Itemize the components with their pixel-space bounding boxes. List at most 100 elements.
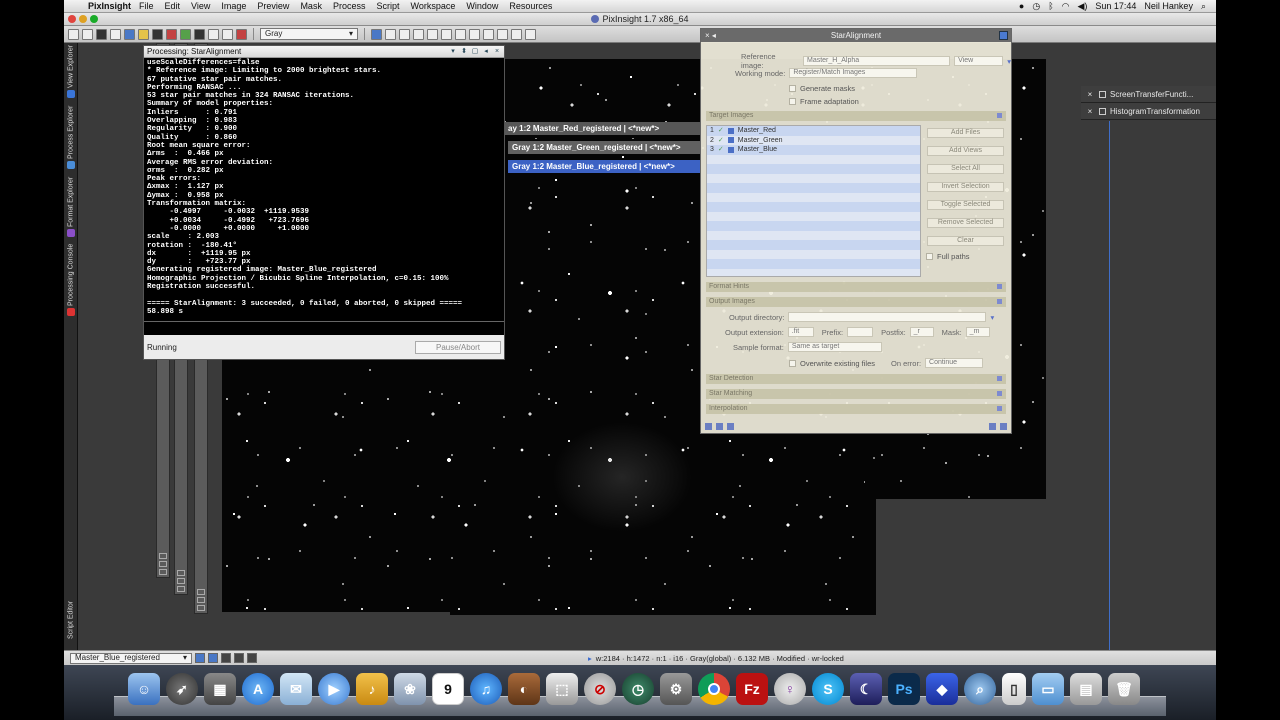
stf-reset-icon[interactable] [511, 28, 522, 40]
add-views-button[interactable]: Add Views [927, 146, 1004, 156]
mask-show-icon[interactable] [152, 28, 163, 40]
finder-icon[interactable]: ☺ [128, 673, 160, 705]
save-icon[interactable] [96, 28, 107, 40]
pan-icon[interactable] [441, 28, 452, 40]
user-menu[interactable]: Neil Hankey [1144, 1, 1193, 11]
tab-script-editor[interactable]: Script Editor [65, 591, 77, 649]
apply-global-icon[interactable] [716, 423, 723, 430]
close-window-icon[interactable] [68, 15, 76, 23]
mask-invert-icon[interactable] [166, 28, 177, 40]
menu-script[interactable]: Script [376, 1, 399, 11]
section-target-images[interactable]: Target Images [706, 111, 1006, 121]
histogram-icon[interactable] [525, 28, 536, 40]
app-store-icon[interactable]: A [242, 673, 274, 705]
new-instance-icon[interactable] [705, 423, 712, 430]
mask-field[interactable]: _m [965, 327, 990, 337]
wifi-icon[interactable]: ◠ [1062, 1, 1070, 12]
close-icon[interactable]: × ◂ [705, 29, 716, 42]
app-icon[interactable]: ♪ [356, 673, 388, 705]
spotlight-search-icon[interactable]: ⌕ [1201, 1, 1206, 12]
new-image-icon[interactable] [68, 28, 79, 40]
image-tab-blue[interactable]: Gray 1:2 Master_Blue_registered | <*new*… [508, 160, 700, 173]
view-mode-icon[interactable] [234, 653, 244, 663]
red-channel-icon[interactable] [236, 28, 247, 40]
menu-resources[interactable]: Resources [509, 1, 552, 11]
app-icon[interactable]: ⬚ [546, 673, 578, 705]
iphoto-icon[interactable]: ◐ [508, 673, 540, 705]
itunes-icon[interactable]: ♫ [470, 673, 502, 705]
time-machine-icon[interactable]: ◷ [622, 673, 654, 705]
app-icon[interactable]: ▦ [204, 673, 236, 705]
chevron-down-icon[interactable]: ▾ [1007, 57, 1011, 66]
prohibited-app-icon[interactable]: ⊘ [584, 673, 616, 705]
menu-workspace[interactable]: Workspace [410, 1, 455, 11]
clear-button[interactable]: Clear [927, 236, 1004, 246]
system-preferences-icon[interactable]: ⚙ [660, 673, 692, 705]
zoom-1-1-icon[interactable] [413, 28, 424, 40]
checkmark-icon[interactable]: ✓ [718, 136, 724, 145]
iconize-icon[interactable] [1099, 107, 1106, 115]
help-icon[interactable] [999, 31, 1008, 40]
add-files-button[interactable]: Add Files [927, 128, 1004, 138]
menu-mask[interactable]: Mask [300, 1, 322, 11]
output-extension-field[interactable]: .fit [787, 327, 814, 337]
tab-processing-console[interactable]: Processing Console [65, 243, 77, 319]
chrome-icon[interactable] [698, 673, 730, 705]
document-icon[interactable]: ▯ [1002, 673, 1026, 705]
time-machine-icon[interactable]: ◷ [1032, 1, 1040, 12]
app-menu[interactable]: PixInsight [88, 1, 131, 11]
view-select[interactable]: View [954, 56, 1004, 66]
tab-process-explorer[interactable]: Process Explorer [65, 103, 77, 173]
pin-icon[interactable]: ⬍ [460, 47, 468, 56]
zoom-out-icon[interactable] [385, 28, 396, 40]
checkmark-icon[interactable]: ✓ [718, 126, 724, 135]
clock[interactable]: Sun 17:44 [1095, 1, 1136, 11]
target-image-row[interactable]: 2 ✓ Master_Green [707, 136, 920, 146]
frame-adaptation-checkbox[interactable] [789, 98, 796, 105]
zoom-in-icon[interactable] [371, 28, 382, 40]
menu-preview[interactable]: Preview [257, 1, 289, 11]
skype-status-icon[interactable]: ● [1019, 1, 1024, 11]
redo-icon[interactable] [138, 28, 149, 40]
toggle-selected-button[interactable]: Toggle Selected [927, 200, 1004, 210]
panel-screen-transfer-function[interactable]: × ScreenTransferFuncti... [1081, 86, 1216, 103]
remove-selected-button[interactable]: Remove Selected [927, 218, 1004, 228]
launchpad-icon[interactable]: ➶ [166, 673, 198, 705]
reset-icon[interactable] [1000, 423, 1007, 430]
apply-icon[interactable] [727, 423, 734, 430]
menu-process[interactable]: Process [333, 1, 366, 11]
select-all-button[interactable]: Select All [927, 164, 1004, 174]
menu-image[interactable]: Image [221, 1, 246, 11]
menu-window[interactable]: Window [466, 1, 498, 11]
preview-icon[interactable] [194, 28, 205, 40]
generate-masks-checkbox[interactable] [789, 85, 796, 92]
stf-auto-icon[interactable] [497, 28, 508, 40]
skype-icon[interactable]: S [812, 673, 844, 705]
colorspace-select[interactable]: Gray ▾ [260, 28, 358, 40]
layout-icon[interactable] [208, 28, 219, 40]
photos-icon[interactable]: ❀ [394, 673, 426, 705]
view-mode-icon[interactable] [221, 653, 231, 663]
downloads-stack-icon[interactable]: ▤ [1070, 673, 1102, 705]
postfix-field[interactable]: _r [909, 327, 934, 337]
close-image-icon[interactable] [110, 28, 121, 40]
photoshop-icon[interactable]: Ps [888, 673, 920, 705]
calendar-icon[interactable]: 9 [432, 673, 464, 705]
folder-icon[interactable]: ▭ [1032, 673, 1064, 705]
on-error-select[interactable]: Continue [925, 358, 984, 368]
invert-selection-button[interactable]: Invert Selection [927, 182, 1004, 192]
app-icon[interactable]: ⌕ [964, 673, 996, 705]
tab-view-explorer[interactable]: View Explorer [65, 43, 77, 101]
section-star-detection[interactable]: Star Detection [706, 374, 1006, 384]
rgb-channel-icon[interactable] [222, 28, 233, 40]
checkmark-icon[interactable]: ✓ [718, 145, 724, 154]
image-tab-green[interactable]: Gray 1:2 Master_Green_registered | <*new… [508, 141, 700, 154]
view-selector[interactable]: Master_Blue_registered ▾ [70, 652, 192, 664]
app-icon[interactable]: ♀ [774, 673, 806, 705]
prefix-field[interactable] [847, 327, 874, 337]
app-icon[interactable]: ◆ [926, 673, 958, 705]
working-mode-select[interactable]: Register/Match Images [789, 68, 918, 78]
open-icon[interactable] [82, 28, 93, 40]
facetime-icon[interactable]: ▶ [318, 673, 350, 705]
pause-abort-button[interactable]: Pause/Abort [415, 340, 501, 354]
